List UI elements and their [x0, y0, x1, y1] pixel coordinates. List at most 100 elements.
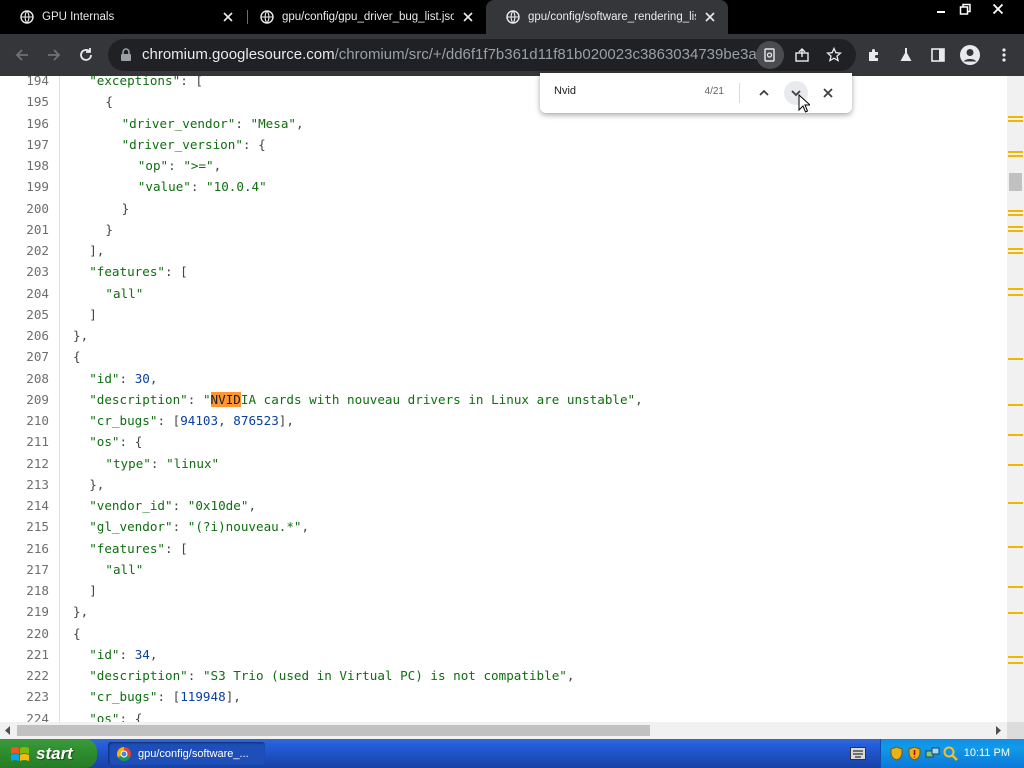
code-token: "Mesa" — [250, 115, 297, 131]
line-code: ] — [89, 580, 97, 601]
system-tray: 10:11 PM — [880, 739, 1024, 768]
tab-title: gpu/config/software_rendering_list — [528, 11, 696, 23]
code-token: : [ — [165, 540, 188, 556]
line-code: "exceptions": [ — [89, 76, 203, 91]
line-code: "type": "linux" — [105, 453, 219, 474]
horizontal-scrollbar[interactable] — [0, 722, 1007, 739]
find-marker — [1008, 404, 1023, 406]
line-code: "id": 30, — [89, 368, 157, 389]
tab-title: gpu/config/gpu_driver_bug_list.json — [282, 11, 454, 23]
scroll-right-icon[interactable] — [994, 726, 1002, 735]
code-token: : — [119, 370, 135, 386]
forward-button[interactable] — [40, 41, 68, 69]
code-token: , — [248, 498, 257, 513]
code-line: 194 "exceptions": [ — [0, 76, 1007, 91]
keyboard-icon[interactable] — [850, 747, 866, 760]
kebab-menu-icon — [1002, 48, 1006, 62]
code-token: : — [187, 391, 203, 407]
line-code: }, — [89, 474, 104, 495]
line-number: 211 — [26, 434, 49, 450]
share-button[interactable] — [788, 41, 816, 69]
find-close-button[interactable] — [816, 81, 840, 105]
line-code: "description": "NVIDIA cards with nouvea… — [89, 389, 643, 410]
taskbar-item-chrome[interactable]: gpu/config/software_... — [108, 742, 265, 765]
search-icon[interactable] — [943, 746, 958, 761]
line-code: "all" — [105, 559, 143, 580]
code-line: 199 "value": "10.0.4" — [0, 176, 1007, 197]
code-token: "S3 Trio (used in Virtual PC) is not com… — [202, 668, 567, 683]
code-token: "features" — [89, 540, 166, 556]
code-token: , — [301, 519, 310, 535]
url-text[interactable]: chromium.googlesource.com/chromium/src/+… — [142, 46, 781, 63]
code-token: ], — [278, 413, 294, 428]
line-number: 216 — [26, 540, 49, 556]
code-token: : — [187, 668, 203, 683]
code-token: : [ — [157, 413, 181, 428]
address-bar[interactable]: chromium.googlesource.com/chromium/src/+… — [108, 39, 856, 71]
side-panel-button[interactable] — [924, 41, 952, 69]
page-action-button[interactable] — [756, 41, 784, 69]
arrow-left-icon — [15, 49, 28, 61]
network-icon[interactable] — [925, 746, 940, 761]
code-token: "gl_vendor" — [89, 519, 173, 535]
close-icon — [823, 88, 833, 98]
start-button[interactable]: start — [0, 739, 97, 768]
find-marker — [1008, 214, 1023, 216]
code-line: 201} — [0, 219, 1007, 240]
find-marker — [1008, 155, 1023, 157]
extensions-button[interactable] — [860, 41, 888, 69]
bookmark-button[interactable] — [820, 41, 848, 69]
code-token: "cr_bugs" — [89, 689, 158, 705]
back-button[interactable] — [8, 41, 36, 69]
code-line: 208 "id": 30, — [0, 368, 1007, 389]
code-token: : { — [242, 136, 266, 152]
find-previous-button[interactable] — [752, 81, 776, 105]
code-token: "10.0.4" — [206, 179, 267, 195]
lock-icon[interactable] — [120, 48, 132, 62]
reload-button[interactable] — [72, 41, 100, 69]
mouse-cursor-icon — [798, 94, 810, 113]
tab-close-icon[interactable] — [458, 7, 478, 27]
scroll-left-icon[interactable] — [4, 726, 12, 735]
code-token: "(?i)nouveau.*" — [187, 519, 302, 535]
code-line: 213}, — [0, 474, 1007, 495]
line-code: "id": 34, — [89, 644, 157, 665]
vertical-scrollbar-thumb[interactable] — [1009, 173, 1022, 191]
tab-software-rendering-list[interactable]: gpu/config/software_rendering_list — [486, 0, 728, 34]
code-token: 876523 — [233, 413, 279, 428]
tab-strip: GPU Internals gpu/config/gpu_driver_bug_… — [0, 0, 1024, 34]
code-token: , — [566, 668, 575, 683]
source-view[interactable]: 194 "exceptions": [195{196 "driver_vendor"… — [0, 76, 1007, 722]
line-code: { — [105, 91, 113, 112]
find-marker — [1008, 230, 1023, 232]
code-line: 209 "description": "NVIDIA cards with nou… — [0, 389, 1007, 410]
profile-button[interactable] — [956, 41, 984, 69]
url-host: chromium.googlesource.com — [142, 46, 335, 63]
code-line: 219}, — [0, 601, 1007, 622]
code-token: { — [73, 625, 81, 641]
lab-button[interactable] — [892, 41, 920, 69]
line-code: "op": ">=", — [138, 155, 221, 176]
horizontal-scrollbar-thumb[interactable] — [17, 725, 650, 736]
code-token: , — [635, 391, 643, 407]
avatar-icon — [960, 45, 980, 65]
code-token: 119948 — [180, 689, 226, 705]
code-token: , — [149, 646, 158, 662]
tab-gpu-internals[interactable]: GPU Internals — [0, 0, 246, 34]
vertical-scrollbar[interactable] — [1007, 76, 1024, 722]
security-alert-icon[interactable] — [907, 746, 922, 761]
shield-icon[interactable] — [889, 746, 904, 761]
tab-gpu-driver-bug-list[interactable]: gpu/config/gpu_driver_bug_list.json — [240, 0, 486, 34]
restore-icon[interactable] — [950, 0, 980, 18]
code-token: IA cards with nouveau drivers in Linux a… — [240, 391, 636, 407]
find-input[interactable]: Nvid — [554, 85, 576, 97]
menu-button[interactable] — [990, 41, 1018, 69]
tab-close-icon[interactable] — [700, 7, 720, 27]
window-close-icon[interactable] — [983, 0, 1013, 18]
taskbar-item-label: gpu/config/software_... — [138, 747, 249, 760]
line-number: 214 — [26, 498, 49, 513]
tab-close-icon[interactable] — [218, 7, 238, 27]
find-marker — [1008, 120, 1023, 122]
tab-title: GPU Internals — [42, 11, 115, 23]
puzzle-icon — [869, 49, 878, 61]
